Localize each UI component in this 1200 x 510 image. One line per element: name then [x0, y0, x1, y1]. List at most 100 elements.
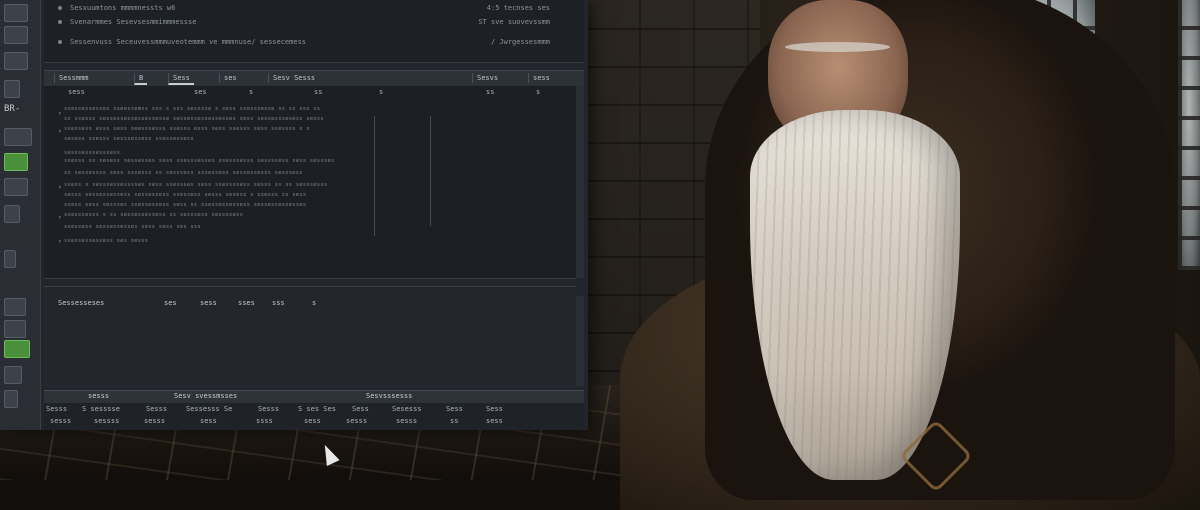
tab-5[interactable]: Sesv Sesss [268, 73, 319, 83]
footer-cell[interactable]: sesss [144, 417, 165, 425]
footer-cell[interactable]: Sess [446, 405, 463, 413]
footer-cell[interactable]: sesss [50, 417, 71, 425]
code-line: ssessessesses sseessemss sss s sss sesss… [64, 106, 321, 112]
indent-guide [430, 116, 431, 226]
grid-icon[interactable] [4, 52, 28, 70]
top-row[interactable]: Sesxuumtons mmmmnessts w6 4:5 tecnses se… [58, 4, 564, 12]
top-panel: Sesxuumtons mmmmnessts w6 4:5 tecnses se… [44, 0, 584, 63]
code-editor-window: BR- Sesxuumtons mmmmnessts w6 4:5 tecnse… [0, 0, 588, 430]
panel-icon[interactable] [4, 4, 28, 22]
footer-panel: Sesss S sesssse Sesss Sessesss Se Sesss … [44, 403, 584, 430]
top-row-right: 4:5 tecnses ses [486, 4, 550, 12]
tab-6[interactable]: Sesvs [472, 73, 502, 83]
code-line: ssessess esss sess seesssesss ssesss ess… [64, 126, 310, 132]
top-row-left: Sessenvuss Seceuvessmmmuveotemmm ve mmmn… [70, 38, 307, 46]
status-item[interactable]: sesss [88, 392, 109, 400]
image-icon[interactable] [4, 178, 28, 196]
footer-cell[interactable]: sesss [396, 417, 417, 425]
tab-1[interactable]: Sessmmm [54, 73, 93, 83]
code-panel[interactable]: sess ses s ss s ss s › ssessessesses sse… [44, 86, 576, 279]
footer-cell[interactable]: sess [304, 417, 321, 425]
column-label: s [249, 88, 254, 96]
code-line: ssesss ss sesess sessesses sess ssessses… [64, 158, 335, 164]
tab-4[interactable]: ses [219, 73, 241, 83]
green-tool-icon[interactable] [4, 340, 30, 358]
column-label: ss [486, 88, 495, 96]
table-icon[interactable] [4, 128, 32, 146]
footer-cell[interactable]: Sesss [258, 405, 279, 413]
wizard-figure [600, 0, 1200, 510]
top-row-right: ST sve suovevssmm [478, 18, 550, 26]
output-column[interactable]: s [312, 299, 316, 307]
line-marker: › [58, 110, 62, 117]
footer-cell[interactable]: ss [450, 417, 458, 425]
active-tool-icon[interactable] [4, 153, 28, 171]
tool-label-br: BR- [4, 104, 21, 114]
top-row-left: Svenarmmes Sesevsesmmimmmessse [70, 18, 197, 26]
layers-icon[interactable] [4, 26, 28, 44]
indent-guide [374, 116, 375, 236]
footer-cell[interactable]: S ses Ses [298, 405, 336, 413]
bar-icon[interactable] [4, 205, 20, 223]
tab-3[interactable]: Sess [168, 73, 194, 85]
refresh-icon[interactable] [4, 366, 22, 384]
code-line: ssess s sesssessesssses sess ssessses se… [64, 182, 328, 188]
code-line: ssessessessess ses sesss [64, 238, 149, 244]
column-label: s [536, 88, 541, 96]
code-line: ssessess sessessesses sess sess ses sss [64, 224, 201, 230]
top-row[interactable]: Sessenvuss Seceuvessmmmuveotemmm ve mmmn… [58, 38, 564, 46]
tab-7[interactable]: sess [528, 73, 554, 83]
stack-icon[interactable] [4, 298, 26, 316]
line-marker: › [58, 128, 62, 135]
footer-cell[interactable]: Sessesss Se [186, 405, 232, 413]
code-line: sesssesssesssess [64, 150, 121, 156]
code-line: ssesssesss s ss sessessessess ss sessses… [64, 212, 244, 218]
code-line: ss ssesss sessessessessessesse sessesses… [64, 116, 324, 122]
output-scrollbar[interactable] [576, 296, 584, 386]
footer-cell[interactable]: sessss [94, 417, 119, 425]
footer-cell[interactable]: S sesssse [82, 405, 120, 413]
output-column[interactable]: sss [272, 299, 285, 307]
footer-cell[interactable]: ssss [256, 417, 273, 425]
top-row-right: / Jwrgessesmmm [490, 38, 550, 46]
footer-cell[interactable]: Sesss [46, 405, 67, 413]
footer-cell[interactable]: sess [200, 417, 217, 425]
footer-cell[interactable]: Sess [352, 405, 369, 413]
footer-cell[interactable]: sess [486, 417, 503, 425]
code-column-header: sess ses s ss s ss s [44, 88, 576, 98]
footer-cell[interactable]: Sesesss [392, 405, 422, 413]
top-row-left: Sesxuumtons mmmmnessts w6 [70, 4, 176, 12]
line-marker: › [58, 238, 62, 245]
output-column[interactable]: sess [200, 299, 217, 307]
code-scrollbar[interactable] [576, 86, 584, 278]
code-line: sesess ssesss sesssessess ssessessess [64, 136, 194, 142]
footer-cell[interactable]: sesss [346, 417, 367, 425]
status-item[interactable]: Sesv svessmsses [174, 392, 237, 400]
code-line: ss sessessss sess sssesss ss sesssess ss… [64, 170, 303, 176]
column-label: sess [68, 88, 85, 96]
split-icon[interactable] [4, 320, 26, 338]
column-label: ss [314, 88, 323, 96]
bullet-icon [58, 6, 62, 10]
bullet-icon [58, 40, 62, 44]
tool-strip: BR- [0, 0, 41, 430]
line-marker: › [58, 184, 62, 191]
code-line: sesss sessessessess sessessess ssessess … [64, 192, 307, 198]
bullet-icon [58, 20, 62, 24]
status-bar: sesss Sesv svessmsses Sesvsssesss [44, 390, 584, 403]
output-title[interactable]: Sessesseses [58, 299, 104, 307]
footer-cell[interactable]: Sesss [146, 405, 167, 413]
footer-cell[interactable]: Sess [486, 405, 503, 413]
line-marker: › [58, 214, 62, 221]
toggle-icon[interactable] [4, 80, 20, 98]
settings-icon[interactable] [4, 390, 18, 408]
code-line: ssess sess sessses ssessessess sess ss s… [64, 202, 307, 208]
tab-2[interactable]: B [134, 73, 148, 85]
output-column[interactable]: sses [238, 299, 255, 307]
status-item[interactable]: Sesvsssesss [366, 392, 412, 400]
column-label: ses [194, 88, 207, 96]
list-icon[interactable] [4, 250, 16, 268]
top-row[interactable]: Svenarmmes Sesevsesmmimmmessse ST sve su… [58, 18, 564, 26]
output-column[interactable]: ses [164, 299, 177, 307]
wizard-brow [785, 42, 890, 52]
